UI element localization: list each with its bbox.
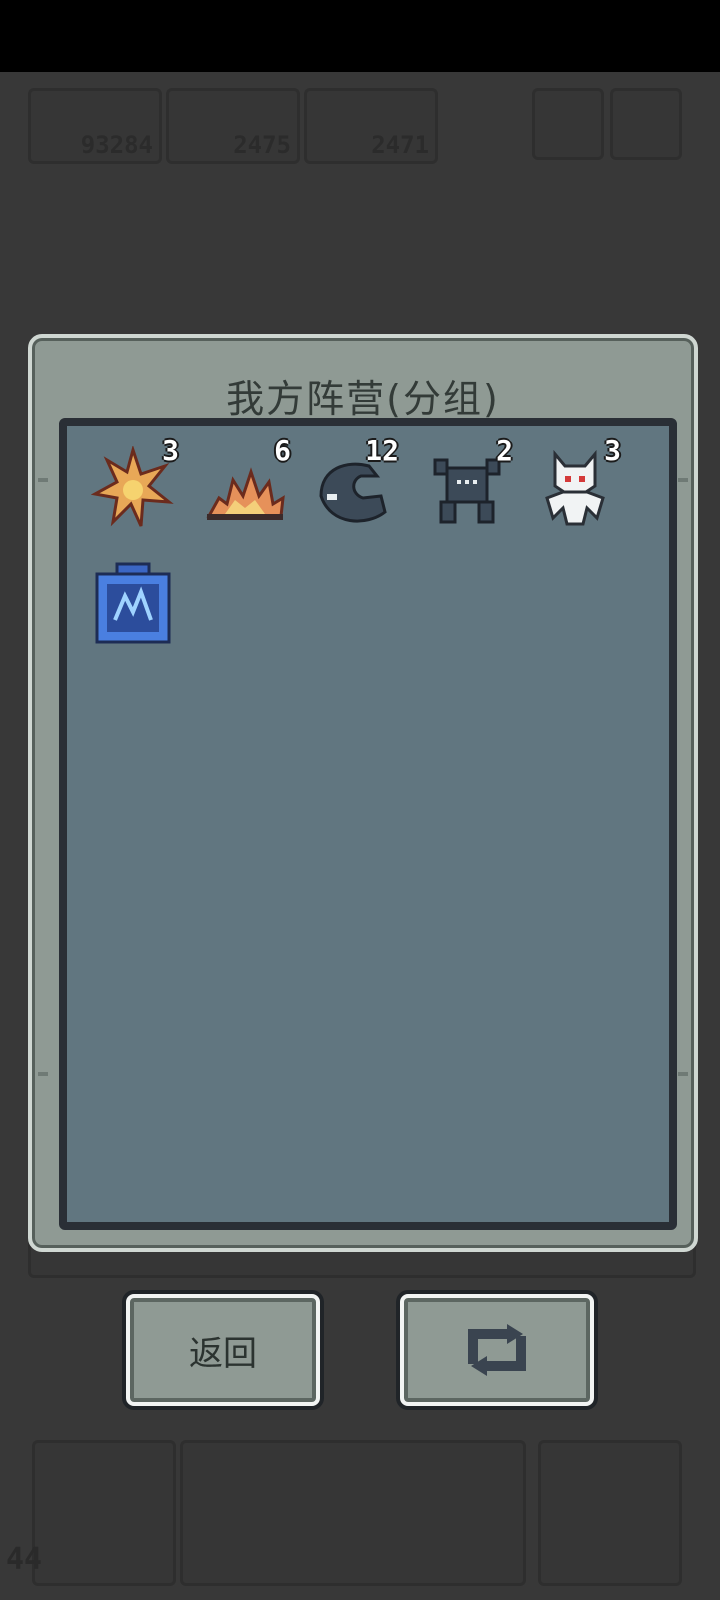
resource-stone-value: 2475 <box>233 131 291 159</box>
unit-count: 6 <box>274 434 291 467</box>
rivet <box>38 1072 48 1076</box>
unit-slot-3[interactable]: 12 <box>305 434 401 530</box>
resource-stone: 2475 <box>166 88 300 164</box>
bg-cancel-button <box>32 1440 176 1586</box>
unit-count: 3 <box>162 434 179 467</box>
resource-iron: 2471 <box>304 88 438 164</box>
resource-iron-value: 2471 <box>371 131 429 159</box>
unit-slot-5[interactable]: 3 <box>527 434 623 530</box>
rivet <box>678 478 688 482</box>
status-bar <box>0 0 720 72</box>
unit-count: 3 <box>604 434 621 467</box>
bg-settings-button <box>610 88 682 160</box>
back-button-label: 返回 <box>189 1333 257 1374</box>
resource-wood-value: 93284 <box>80 131 153 159</box>
dialog-title: 我方阵营(分组) <box>226 377 500 421</box>
unit-count: 12 <box>365 434 399 467</box>
resource-wood: 93284 <box>28 88 162 164</box>
unit-slot-6[interactable] <box>85 550 181 646</box>
bg-unit-button <box>538 1440 682 1586</box>
unit-grid: 3 6 12 2 3 <box>59 418 677 1230</box>
unit-count: 2 <box>496 434 513 467</box>
unit-slot-4[interactable]: 2 <box>419 434 515 530</box>
unit-slot-2[interactable]: 6 <box>197 434 293 530</box>
rivet <box>38 478 48 482</box>
unit-slot-1[interactable]: 3 <box>85 434 181 530</box>
army-dialog: 我方阵营(分组) 3 6 12 2 3 <box>28 334 698 1252</box>
bg-menu-button <box>532 88 604 160</box>
swap-icon <box>468 1324 526 1376</box>
bg-timer-button <box>180 1440 526 1586</box>
back-button[interactable]: 返回 <box>126 1294 320 1406</box>
swap-button[interactable] <box>400 1294 594 1406</box>
blue-rune-box-icon <box>95 562 171 644</box>
corner-number: 44 <box>6 1542 43 1577</box>
rivet <box>678 1072 688 1076</box>
